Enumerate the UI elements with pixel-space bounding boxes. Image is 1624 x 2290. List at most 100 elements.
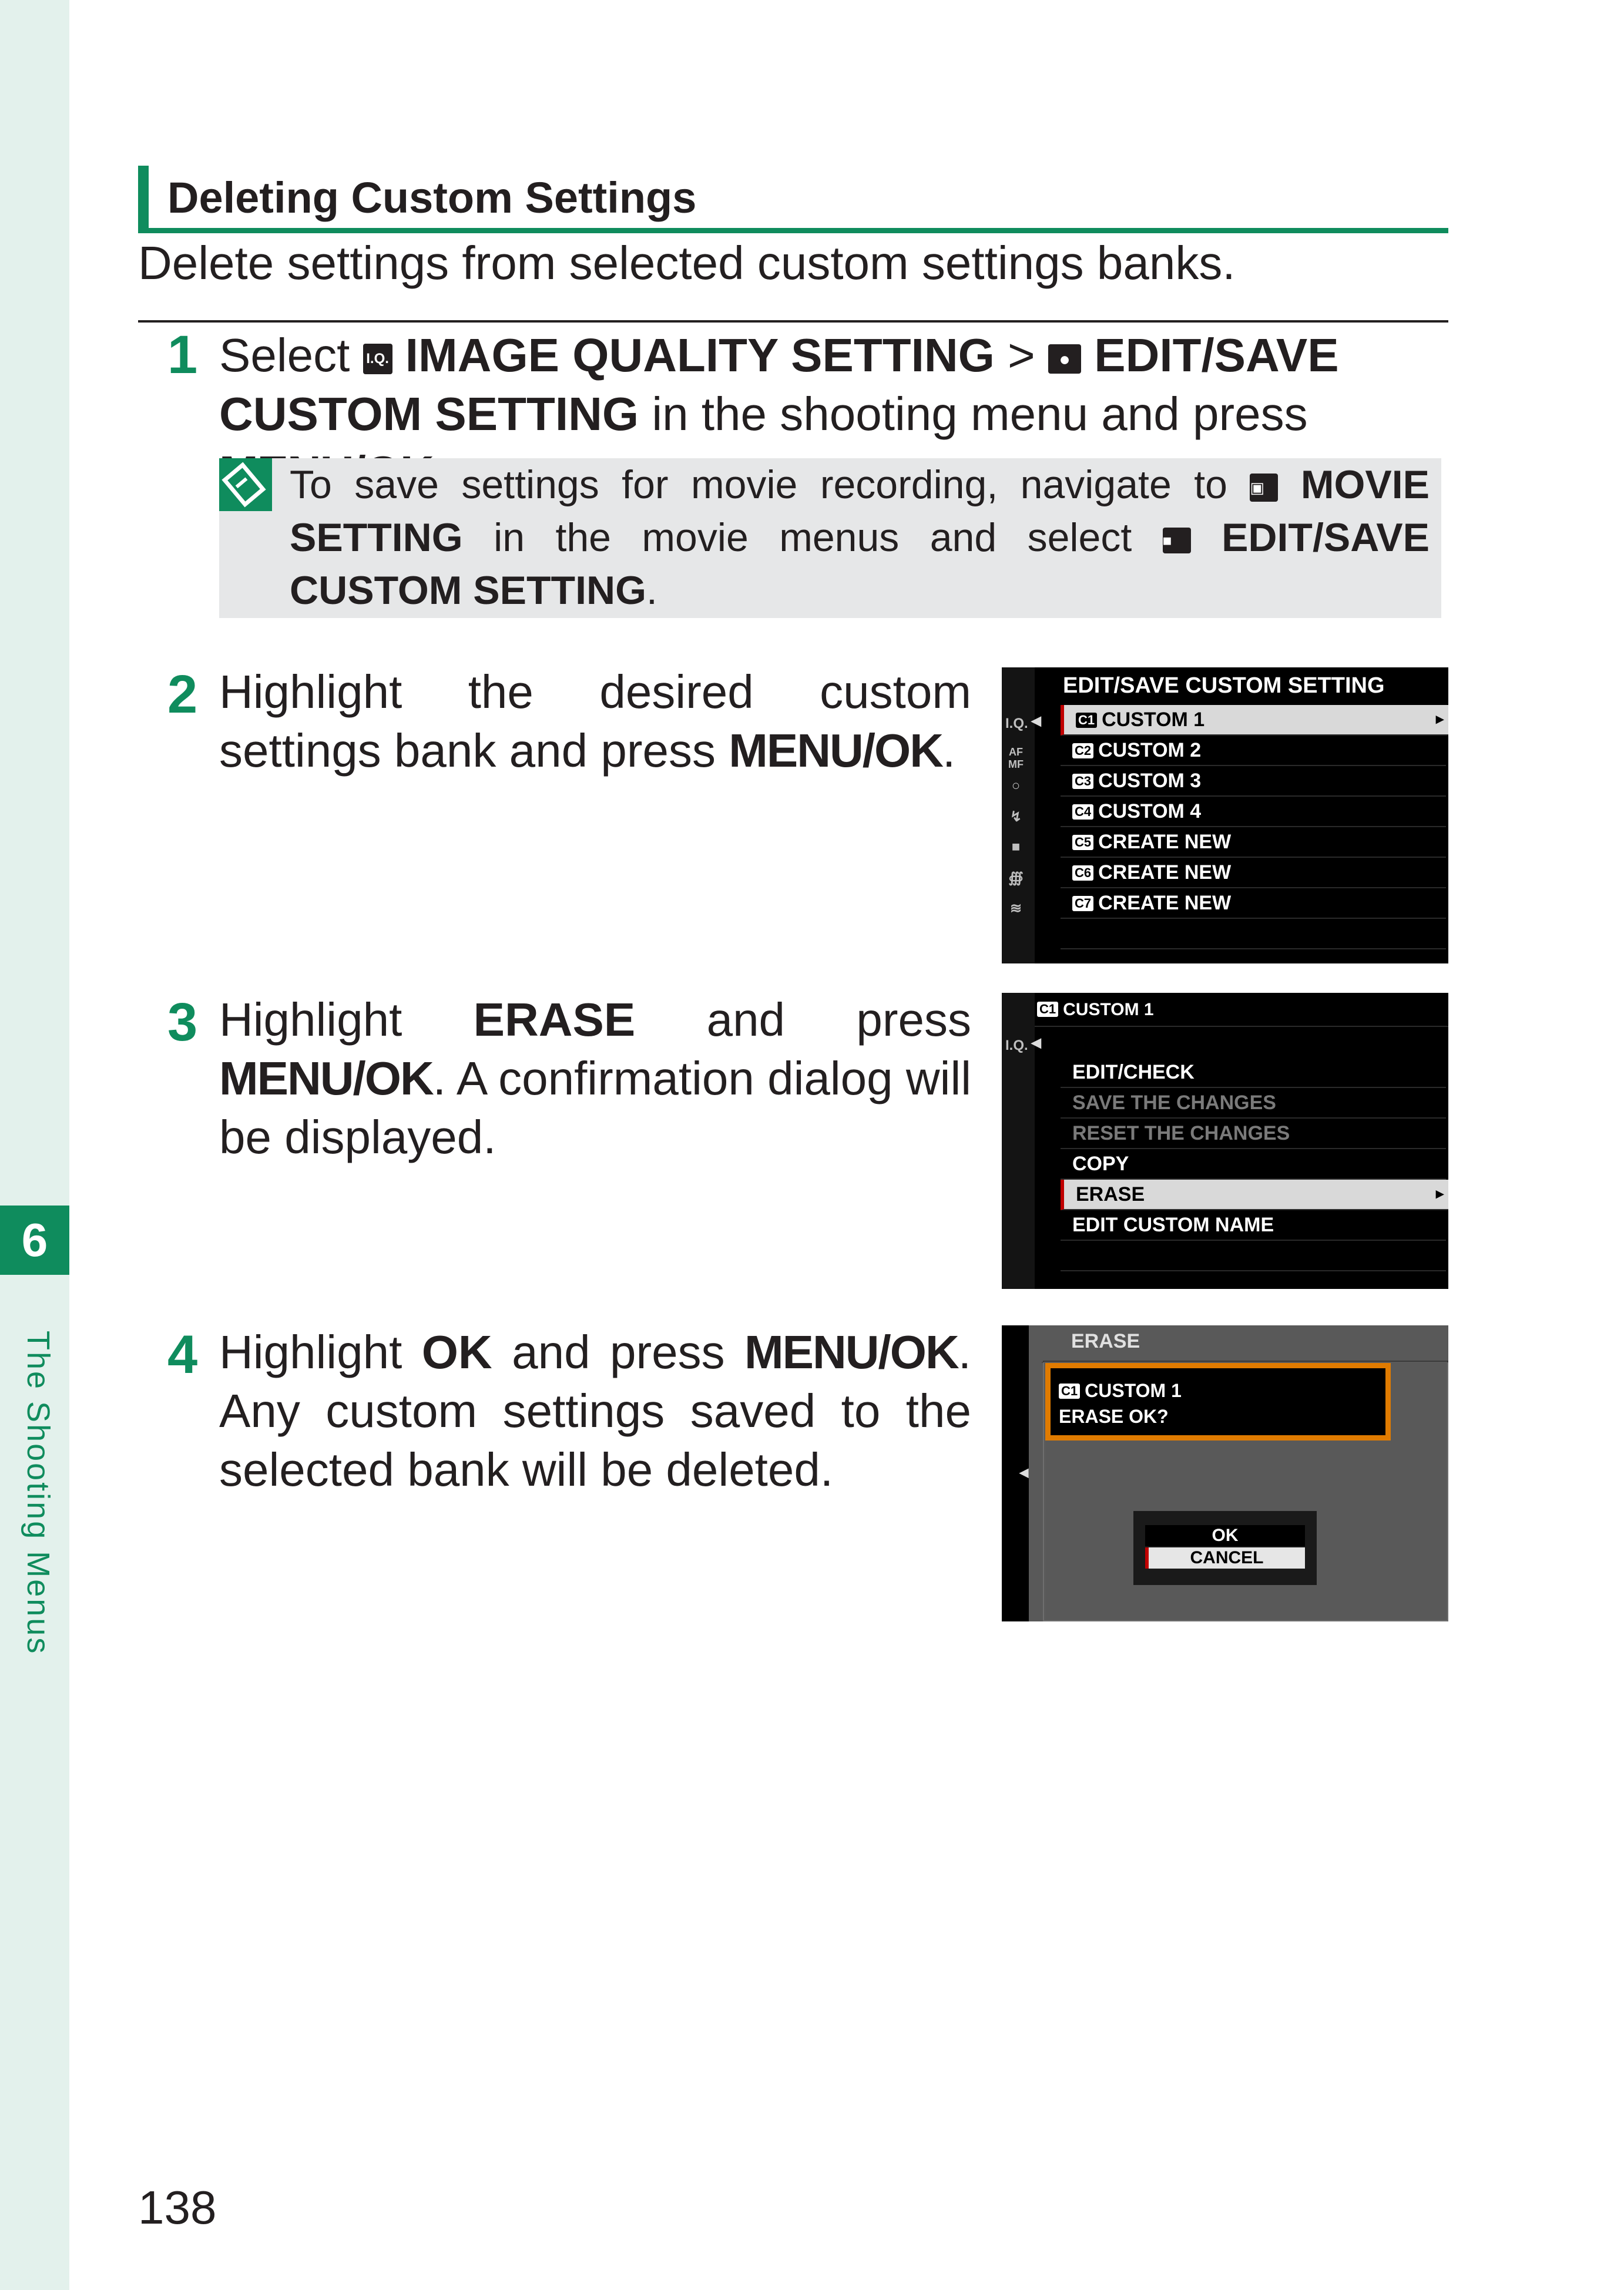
step-2-number: 2 (167, 664, 198, 724)
bank-badge: C1 (1076, 713, 1098, 728)
step-4-text-b: and press (492, 1326, 744, 1378)
step-1-text-c: in the shooting menu and press (639, 388, 1308, 440)
step-3-text-a: Highlight (219, 993, 474, 1046)
menu-item-custom-3[interactable]: C3 CUSTOM 3 (1061, 766, 1446, 797)
menu-item-label: CREATE NEW (1098, 831, 1232, 853)
step-1-text-a: Select (219, 329, 363, 381)
chapter-sidebar (0, 0, 69, 2290)
step-4-item-name: OK (421, 1326, 492, 1378)
menu-item-label: CUSTOM 3 (1098, 770, 1202, 792)
screen-title: EDIT/SAVE CUSTOM SETTING (1063, 673, 1385, 698)
cancel-button[interactable]: CANCEL (1145, 1547, 1305, 1569)
menu-item-empty (1061, 1241, 1446, 1271)
menu-item-save-changes[interactable]: SAVE THE CHANGES (1061, 1088, 1446, 1119)
step-1-number: 1 (167, 325, 198, 385)
menu-item-label: CREATE NEW (1098, 892, 1232, 914)
step-4-text: Highlight OK and press MENU/OK. Any cust… (219, 1323, 971, 1499)
menu-item-custom-4[interactable]: C4 CUSTOM 4 (1061, 797, 1446, 827)
divider (138, 320, 1448, 323)
heading-accent-bar (138, 166, 149, 228)
menu-item-custom-2[interactable]: C2 CUSTOM 2 (1061, 736, 1446, 766)
intro-text: Delete settings from selected custom set… (138, 237, 1236, 289)
menu-item-edit-check[interactable]: EDIT/CHECK (1061, 1057, 1446, 1088)
menu-item-custom-1[interactable]: C1 CUSTOM 1 ▸ (1061, 705, 1448, 736)
movie-setting-icon: ▣ (1250, 474, 1279, 502)
step-2-text-b: . (942, 724, 956, 777)
rail-movie-icon: ■ (1011, 839, 1021, 855)
confirm-buttons-box: OK CANCEL (1133, 1511, 1317, 1585)
bank-badge: C7 (1072, 896, 1094, 911)
camera-icon: ● (1048, 344, 1081, 374)
movie-camera-icon: ■ (1162, 528, 1191, 554)
rail-afmf-icon: AF MF (1008, 746, 1024, 770)
erase-bank-line: C1 CUSTOM 1 (1059, 1380, 1182, 1402)
ok-button[interactable]: OK (1145, 1525, 1305, 1546)
menu-item-create-new-6[interactable]: C6 CREATE NEW (1061, 858, 1446, 888)
camera-screen-erase-dialog: ◀ ERASE C1 CUSTOM 1 ERASE OK? OK CANCEL (1002, 1325, 1448, 1621)
rail-wrench-icon: ∰ (1008, 870, 1024, 886)
heading-title: Deleting Custom Settings (167, 173, 697, 222)
screen-title: C1 CUSTOM 1 (1037, 1000, 1154, 1020)
screen-title: ERASE (1071, 1330, 1140, 1352)
menu-rail: I.Q. (1002, 993, 1035, 1289)
menu-item-create-new-7[interactable]: C7 CREATE NEW (1061, 888, 1446, 919)
page-number: 138 (138, 2181, 217, 2234)
bank-badge: C3 (1072, 774, 1094, 789)
title-divider (1035, 1026, 1448, 1027)
chapter-number-tab[interactable]: 6 (0, 1206, 69, 1275)
step-1-menu-name: IMAGE QUALITY SETTING (392, 329, 995, 381)
rail-iq-icon: I.Q. (1005, 716, 1028, 731)
menu-item-label: CUSTOM 2 (1098, 739, 1202, 761)
menu-ok-key: MENU/OK (744, 1326, 959, 1378)
bank-badge: C5 (1072, 835, 1094, 850)
bank-badge: C2 (1072, 743, 1094, 758)
erase-bank-name: CUSTOM 1 (1085, 1380, 1182, 1401)
step-3-number: 3 (167, 992, 198, 1052)
step-3-text-b: and press (635, 993, 972, 1046)
rail-wave-icon: ≋ (1009, 901, 1022, 916)
menu-item-label: RESET THE CHANGES (1072, 1122, 1290, 1144)
step-3-text: Highlight ERASE and press MENU/OK. A con… (219, 990, 971, 1167)
menu-item-erase[interactable]: ERASE ▸ (1061, 1180, 1448, 1210)
menu-item-label: EDIT CUSTOM NAME (1072, 1214, 1274, 1236)
menu-item-empty (1061, 919, 1446, 949)
rail-flash-icon: ↯ (1009, 809, 1022, 825)
step-3-item-name: ERASE (473, 993, 636, 1046)
rail-pointer-icon: ◀ (1031, 1035, 1041, 1050)
chevron-right-icon: ▸ (1435, 1184, 1444, 1202)
menu-item-label: SAVE THE CHANGES (1072, 1092, 1276, 1114)
menu-item-edit-custom-name[interactable]: EDIT CUSTOM NAME (1061, 1210, 1446, 1241)
menu-item-label: CREATE NEW (1098, 861, 1232, 884)
note-icon (219, 458, 272, 511)
note-text-c: . (646, 568, 657, 613)
menu-item-create-new-5[interactable]: C5 CREATE NEW (1061, 827, 1446, 858)
chapter-label: The Shooting Menus (21, 1331, 56, 1656)
camera-screen-edit-save: I.Q. AF MF ○ ↯ ■ ∰ ≋ ◀ EDIT/SAVE CUSTOM … (1002, 667, 1448, 963)
step-1-text-b: > (994, 329, 1048, 381)
note-text: To save settings for movie recording, na… (290, 458, 1430, 617)
erase-question: ERASE OK? (1059, 1406, 1169, 1427)
step-2-text: Highlight the desired custom settings ba… (219, 663, 971, 780)
step-4-text-a: Highlight (219, 1326, 422, 1378)
bank-badge: C4 (1072, 804, 1094, 820)
section-heading: Deleting Custom Settings (138, 166, 1448, 233)
menu-ok-key: MENU/OK (219, 1052, 434, 1104)
menu-item-copy[interactable]: COPY (1061, 1149, 1446, 1180)
chevron-right-icon: ▸ (1435, 710, 1444, 727)
bank-badge: C1 (1059, 1384, 1081, 1399)
note-box: To save settings for movie recording, na… (219, 458, 1441, 618)
screen-title-text: CUSTOM 1 (1063, 1000, 1154, 1019)
menu-rail: I.Q. AF MF ○ ↯ ■ ∰ ≋ (1002, 667, 1035, 963)
menu-item-label: ERASE (1076, 1183, 1145, 1206)
menu-item-label: EDIT/CHECK (1072, 1061, 1194, 1083)
camera-screen-custom-1: I.Q. ◀ C1 CUSTOM 1 EDIT/CHECK SAVE THE CH… (1002, 993, 1448, 1289)
note-text-a: To save settings for movie recording, na… (290, 462, 1250, 507)
rail-camera-icon: ○ (1011, 778, 1021, 794)
menu-item-reset-changes[interactable]: RESET THE CHANGES (1061, 1119, 1446, 1149)
step-4-number: 4 (167, 1325, 198, 1385)
menu-item-label: CUSTOM 4 (1098, 800, 1202, 822)
rail-pointer-icon: ◀ (1019, 1466, 1029, 1479)
rail-iq-icon: I.Q. (1005, 1037, 1028, 1053)
bank-badge: C1 (1037, 1002, 1059, 1017)
menu-ok-key: MENU/OK (729, 724, 944, 777)
